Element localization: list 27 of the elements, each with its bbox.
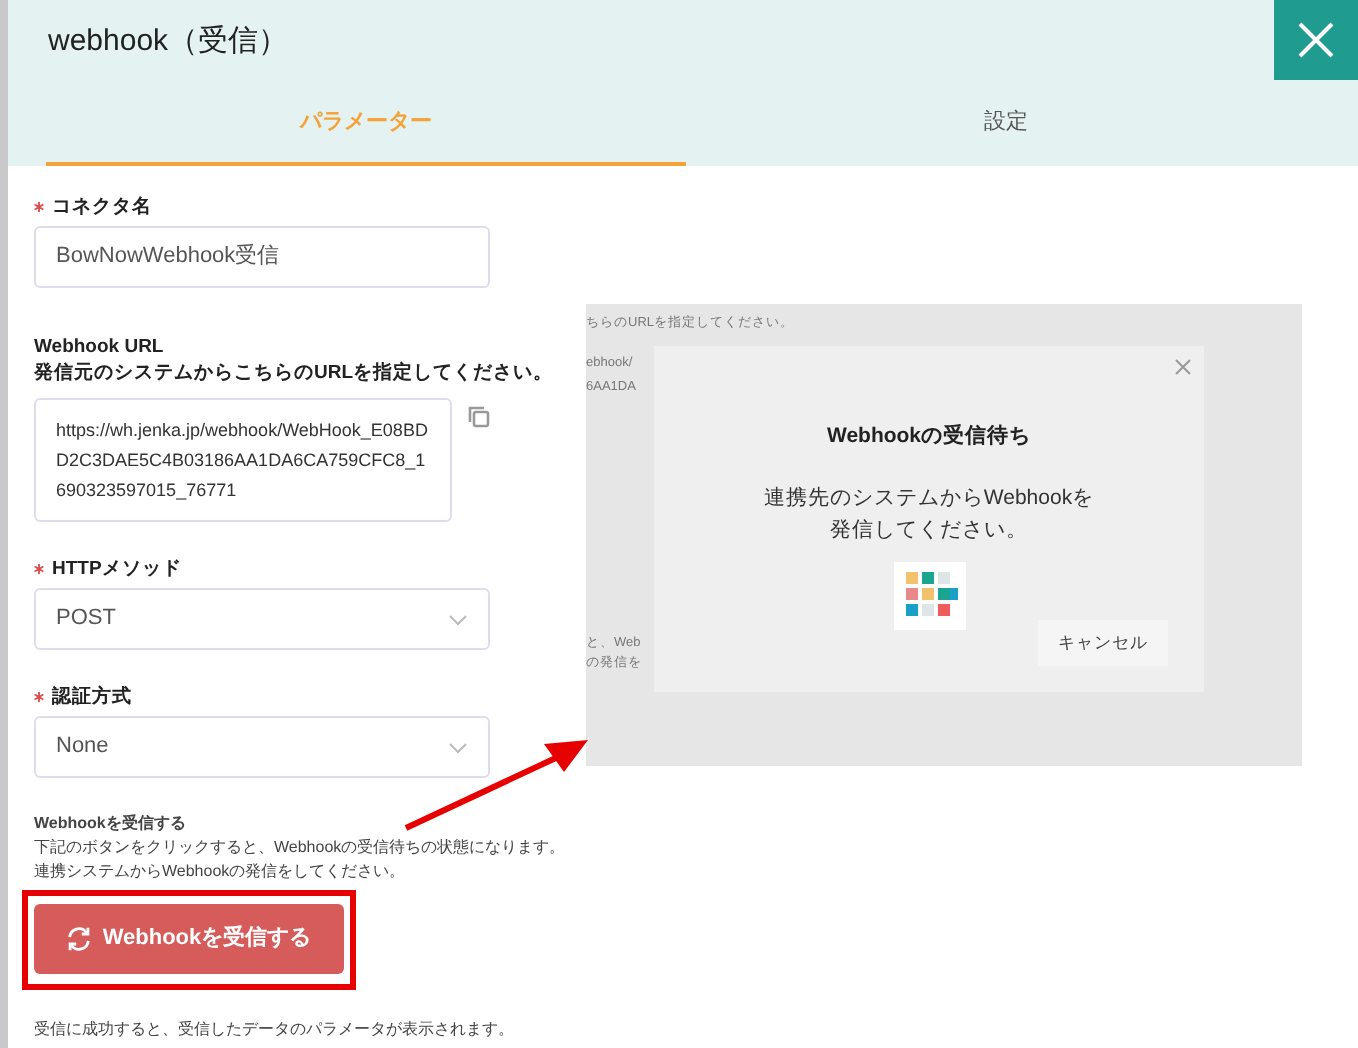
loading-grid-icon [893, 561, 965, 630]
url-field[interactable]: https://wh.jenka.jp/webhook/WebHook_E08BDD2C3DAE5C4B03186AA1DA6CA759CFC8_1690323597015_76771 [34, 398, 452, 522]
footer-note: 受信に成功すると、受信したデータのパラメータが表示されます。 [34, 1018, 514, 1042]
field-hint: 発信元のシステムからこちらのURLを指定してください。 [34, 360, 554, 388]
close-button[interactable] [1274, 0, 1358, 80]
description-text: 連携システムからWebhookの発信をしてください。 [34, 860, 406, 884]
field-label: Webhook URL [34, 334, 164, 360]
chevron-down-icon [448, 741, 468, 753]
window-title: webhook（受信） [48, 22, 289, 62]
description-text: 下記のボタンをクリックすると、Webhookの受信待ちの状態になります。 [34, 836, 566, 860]
close-icon[interactable] [1174, 358, 1192, 376]
copy-icon[interactable] [468, 406, 490, 429]
cancel-button[interactable]: キャンセル [1038, 620, 1168, 666]
dialog-title: Webhookの受信待ち [826, 422, 1032, 452]
field-label: 認証方式 [52, 684, 132, 710]
field-label: コネクタ名 [52, 194, 152, 220]
receive-webhook-button[interactable]: Webhookを受信する [34, 904, 344, 974]
field-label: HTTPメソッド [52, 556, 182, 582]
dialog-message: 連携先のシステムからWebhookを 発信してください。 [763, 483, 1095, 546]
refresh-icon [66, 926, 93, 952]
section-title: Webhookを受信する [34, 812, 186, 836]
chevron-down-icon [448, 613, 468, 625]
select-field[interactable]: POST [34, 588, 490, 650]
select-field[interactable]: None [34, 716, 490, 778]
text-field[interactable]: BowNowWebhook受信 [34, 226, 490, 288]
tab[interactable]: 設定 [686, 85, 1326, 166]
close-icon [1296, 20, 1336, 60]
